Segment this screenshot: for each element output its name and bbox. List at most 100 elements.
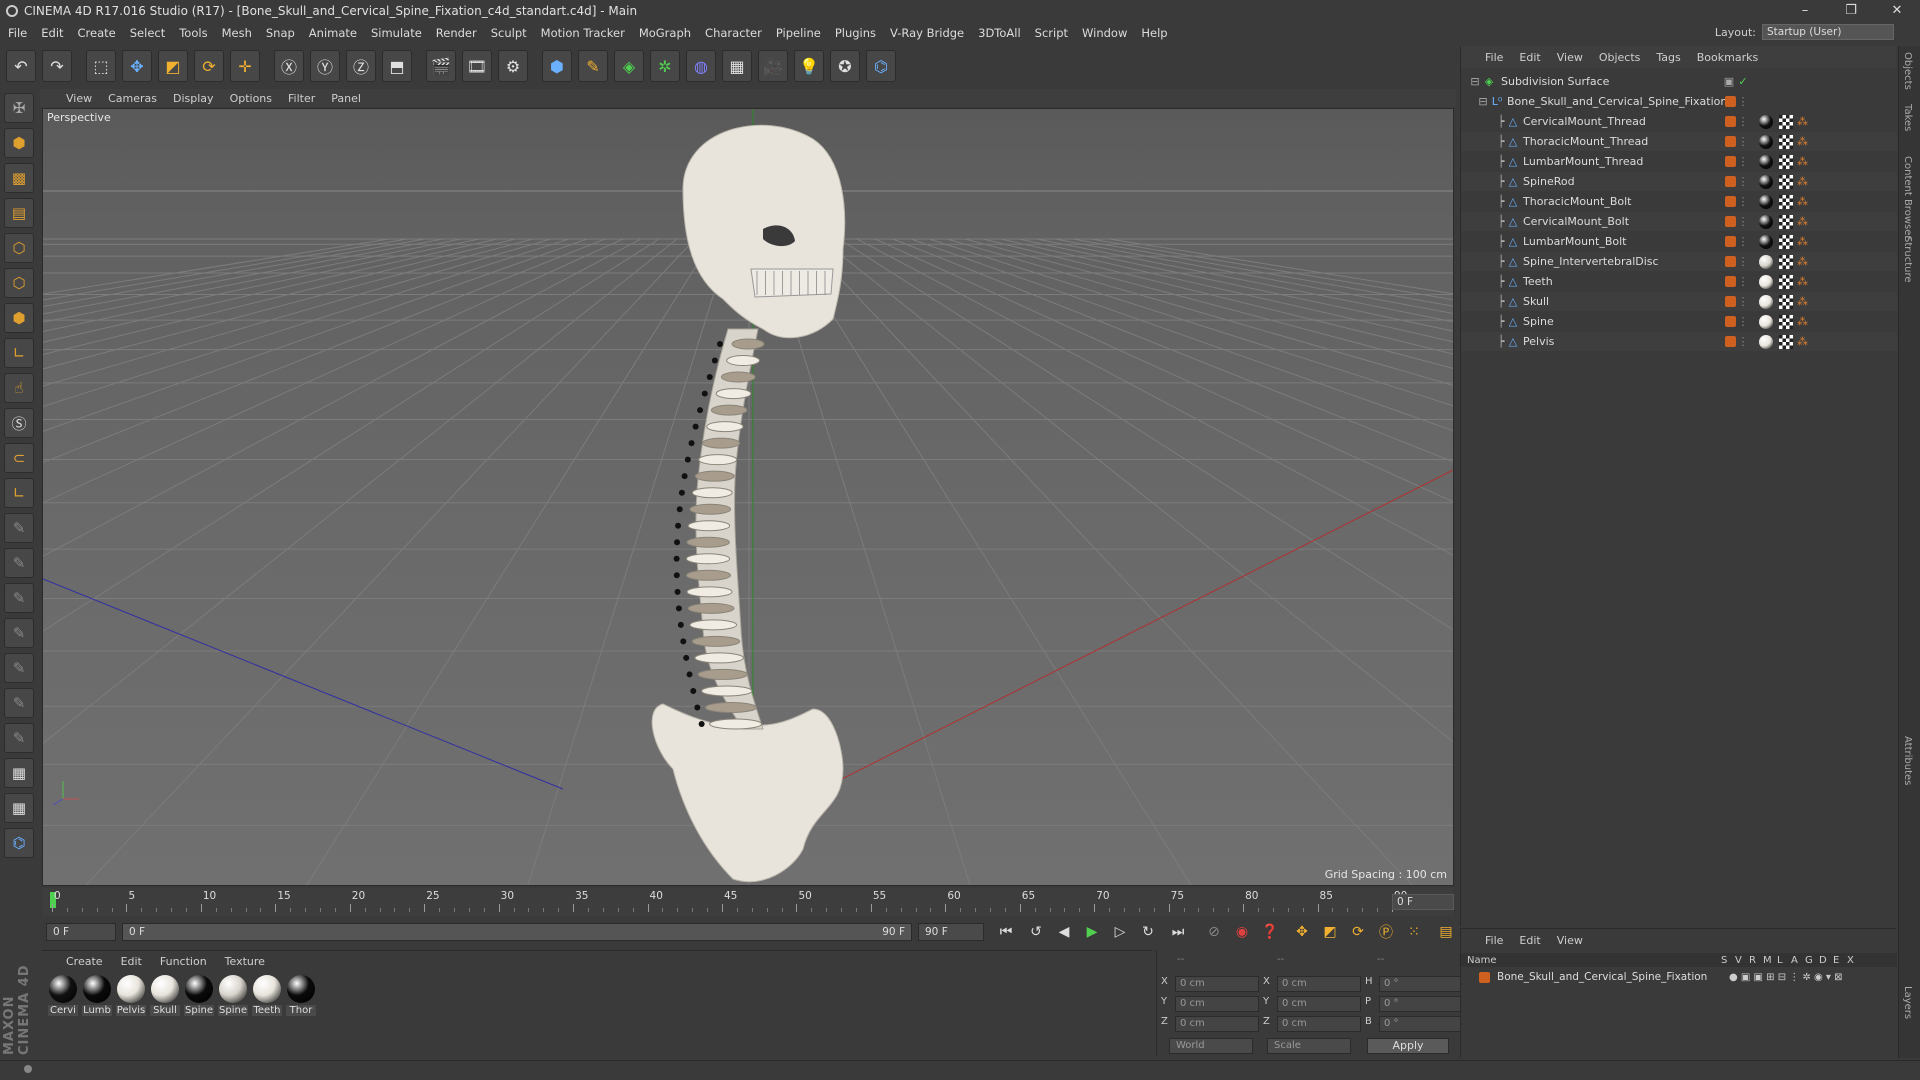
material-tag-icon[interactable] [1759,234,1773,249]
material-menu-texture[interactable]: Texture [225,955,265,968]
material-tag-icon[interactable] [1759,334,1773,349]
python-console-icon[interactable]: ⌬ [4,828,34,858]
object-menu-file[interactable]: File [1485,51,1503,64]
material-swatch[interactable]: Spine [184,975,214,1016]
layer-color-icon[interactable] [1725,316,1736,327]
timeline-ruler[interactable]: 051015202530354045505560657075808590 [42,888,1454,916]
object-row[interactable]: ┝ △ Skull ⋮ ⁂ [1461,292,1897,311]
texture-tag-icon[interactable] [1779,334,1793,349]
side-tab-takes[interactable]: Takes [1902,104,1913,131]
collapse-icon[interactable]: ⊟ [1469,75,1481,88]
visibility-dots-icon[interactable]: ⋮ [1737,235,1749,248]
object-row[interactable]: ┝ △ LumbarMount_Thread ⋮ ⁂ [1461,152,1897,171]
object-row[interactable]: ┝ △ LumbarMount_Bolt ⋮ ⁂ [1461,232,1897,251]
material-swatch[interactable]: Pelvis [116,975,146,1016]
texture-tag-icon[interactable] [1779,254,1793,269]
layer-color-icon[interactable] [1725,116,1736,127]
layer-color-icon[interactable] [1725,136,1736,147]
texture-mode-icon[interactable]: ▩ [4,163,34,193]
object-row[interactable]: ┝ △ ThoracicMount_Thread ⋮ ⁂ [1461,132,1897,151]
menu-character[interactable]: Character [705,26,762,40]
autokey-icon[interactable]: ◉ [1230,920,1254,944]
tweak-mode-icon[interactable]: ☝ [4,373,34,403]
menu-pipeline[interactable]: Pipeline [776,26,821,40]
object-row[interactable]: ┝ △ Spine ⋮ ⁂ [1461,312,1897,331]
material-tag-icon[interactable] [1759,214,1773,229]
menu-mesh[interactable]: Mesh [222,26,252,40]
size-field[interactable]: 0 cm [1277,996,1361,1012]
position-field[interactable]: 0 cm [1175,996,1259,1012]
workplane-icon[interactable]: ▤ [4,198,34,228]
next-key-icon[interactable]: ↻ [1136,920,1160,944]
visibility-dots-icon[interactable]: ⋮ [1737,175,1749,188]
close-button[interactable]: ✕ [1874,0,1920,22]
visibility-dots-icon[interactable]: ⋮ [1737,95,1749,108]
viewport-menu-view[interactable]: View [66,92,92,105]
phong-tag-icon[interactable]: ⁂ [1797,195,1808,208]
layer-row[interactable]: Bone_Skull_and_Cervical_Spine_Fixation ●… [1461,969,1897,985]
go-to-end-icon[interactable]: ⏭ [1166,920,1190,944]
phong-tag-icon[interactable]: ⁂ [1797,275,1808,288]
key-rotation-icon[interactable]: ⟳ [1346,920,1370,944]
render-settings-icon[interactable]: ⚙ [498,50,528,82]
perspective-viewport[interactable]: Perspective Grid Spacing : 100 cm [42,108,1454,886]
layer-color-icon[interactable] [1725,196,1736,207]
object-row[interactable]: ┝ △ ThoracicMount_Bolt ⋮ ⁂ [1461,192,1897,211]
magnet-icon[interactable]: ⊂ [4,443,34,473]
material-swatch[interactable]: Cervi [48,975,78,1016]
object-menu-objects[interactable]: Objects [1599,51,1641,64]
edges-mode-icon[interactable]: ⬡ [4,268,34,298]
material-menu-function[interactable]: Function [160,955,207,968]
undo-icon[interactable]: ↶ [6,50,36,82]
object-row[interactable]: ┝ △ CervicalMount_Bolt ⋮ ⁂ [1461,212,1897,231]
layer-menu-edit[interactable]: Edit [1519,934,1540,947]
phong-tag-icon[interactable]: ⁂ [1797,335,1808,348]
light-icon[interactable]: 💡 [794,50,824,82]
menu-plugins[interactable]: Plugins [835,26,876,40]
rotation-field[interactable]: 0 ° [1379,996,1463,1012]
points-mode-icon[interactable]: ⬡ [4,233,34,263]
layer-color-icon[interactable] [1725,336,1736,347]
material-tag-icon[interactable] [1759,274,1773,289]
key-parameter-icon[interactable]: Ⓟ [1374,920,1398,944]
texture-tag-icon[interactable] [1779,174,1793,189]
menu-animate[interactable]: Animate [309,26,357,40]
rotation-field[interactable]: 0 ° [1379,1016,1463,1032]
menu-tools[interactable]: Tools [179,26,207,40]
texture-tag-icon[interactable] [1779,194,1793,209]
layer-color-icon[interactable] [1725,276,1736,287]
current-frame-field[interactable]: 0 F [1392,894,1454,910]
layer-color-icon[interactable] [1725,176,1736,187]
layer-color-icon[interactable] [1725,236,1736,247]
axis-mode-icon[interactable]: ∟ [4,338,34,368]
texture-tag-icon[interactable] [1779,214,1793,229]
phong-tag-icon[interactable]: ⁂ [1797,255,1808,268]
script-icon[interactable]: ✪ [830,50,860,82]
side-tab-objects[interactable]: Objects [1902,52,1913,90]
material-tag-icon[interactable] [1759,254,1773,269]
phong-tag-icon[interactable]: ⁂ [1797,115,1808,128]
go-to-start-icon[interactable]: ⏮ [994,920,1018,944]
material-tag-icon[interactable] [1759,314,1773,329]
material-swatch[interactable]: Spine [218,975,248,1016]
collapse-icon[interactable]: ⊟ [1477,95,1489,108]
python-icon[interactable]: ⌬ [866,50,896,82]
enabled-check-icon[interactable]: ✓ [1737,75,1749,88]
key-pla-icon[interactable]: ⁙ [1402,920,1426,944]
material-swatch[interactable]: Thor [286,975,316,1016]
object-menu-tags[interactable]: Tags [1656,51,1680,64]
object-menu-bookmarks[interactable]: Bookmarks [1697,51,1758,64]
object-menu-edit[interactable]: Edit [1519,51,1540,64]
brush-1-icon[interactable]: ✎ [4,513,34,543]
object-row[interactable]: ┝ △ Pelvis ⋮ ⁂ [1461,332,1897,351]
object-row-subdivision[interactable]: ⊟ ◈ Subdivision Surface ▣ ✓ [1461,72,1897,91]
coordinate-mode-dropdown[interactable]: World [1169,1038,1253,1054]
layer-color-icon[interactable] [1725,156,1736,167]
brush-2-icon[interactable]: ✎ [4,548,34,578]
render-picture-viewer-icon[interactable]: 🎞 [462,50,492,82]
live-selection-icon[interactable]: ⬚ [86,50,116,82]
texture-tag-icon[interactable] [1779,114,1793,129]
phong-tag-icon[interactable]: ⁂ [1797,315,1808,328]
menu-script[interactable]: Script [1035,26,1068,40]
layer-color-icon[interactable] [1725,256,1736,267]
